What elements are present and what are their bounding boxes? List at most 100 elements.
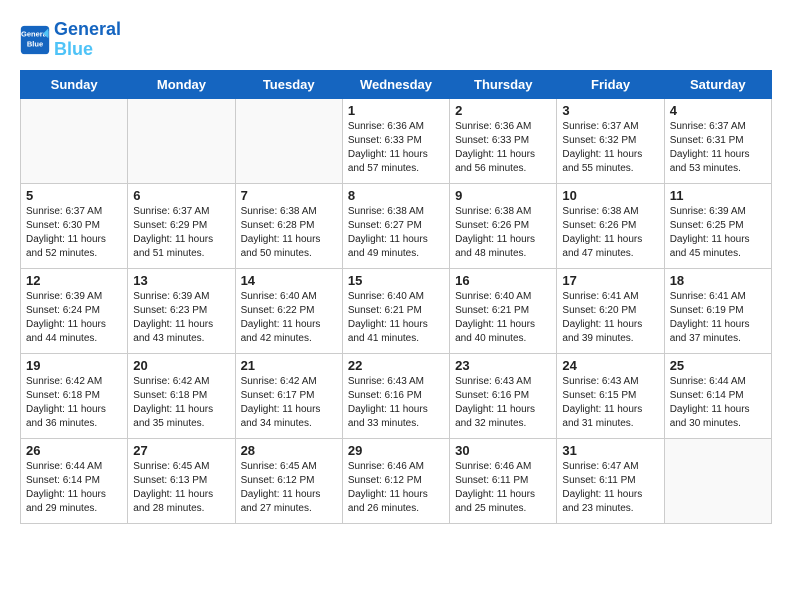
day-info: Sunrise: 6:46 AMSunset: 6:12 PMDaylight:… bbox=[348, 460, 444, 516]
day-number: 23 bbox=[455, 358, 551, 373]
calendar-cell: 23 Sunrise: 6:43 AMSunset: 6:16 PMDayligh… bbox=[450, 353, 557, 438]
day-info: Sunrise: 6:36 AMSunset: 6:33 PMDaylight:… bbox=[348, 120, 444, 176]
day-info: Sunrise: 6:37 AMSunset: 6:30 PMDaylight:… bbox=[26, 205, 122, 261]
calendar-cell: 25Sunrise: 6:44 AMSunset: 6:14 PMDayligh… bbox=[664, 353, 771, 438]
day-number: 11 bbox=[670, 188, 766, 203]
calendar-cell: 8Sunrise: 6:38 AMSunset: 6:27 PMDaylight… bbox=[342, 183, 449, 268]
day-number: 2 bbox=[455, 103, 551, 118]
weekday-header-thursday: Thursday bbox=[450, 70, 557, 98]
calendar-cell: 22 Sunrise: 6:43 AMSunset: 6:16 PMDayligh… bbox=[342, 353, 449, 438]
day-info: Sunrise: 6:38 AMSunset: 6:27 PMDaylight:… bbox=[348, 205, 444, 261]
day-info: Sunrise: 6:47 AMSunset: 6:11 PMDaylight:… bbox=[562, 460, 658, 516]
day-number: 28 bbox=[241, 443, 337, 458]
calendar-cell: 17 Sunrise: 6:41 AMSunset: 6:20 PMDayligh… bbox=[557, 268, 664, 353]
logo: General Blue General Blue bbox=[20, 20, 121, 60]
day-number: 15 bbox=[348, 273, 444, 288]
calendar-cell: 31 Sunrise: 6:47 AMSunset: 6:11 PMDayligh… bbox=[557, 438, 664, 523]
day-number: 31 bbox=[562, 443, 658, 458]
weekday-header-monday: Monday bbox=[128, 70, 235, 98]
day-info: Sunrise: 6:37 AMSunset: 6:31 PMDaylight:… bbox=[670, 120, 766, 176]
day-info: Sunrise: 6:38 AMSunset: 6:26 PMDaylight:… bbox=[562, 205, 658, 261]
calendar-cell: 10Sunrise: 6:38 AMSunset: 6:26 PMDayligh… bbox=[557, 183, 664, 268]
calendar-cell bbox=[235, 98, 342, 183]
calendar-cell bbox=[21, 98, 128, 183]
day-info: Sunrise: 6:40 AMSunset: 6:21 PMDaylight:… bbox=[455, 290, 551, 346]
page-header: General Blue General Blue bbox=[20, 20, 772, 60]
day-number: 25 bbox=[670, 358, 766, 373]
calendar-cell: 19 Sunrise: 6:42 AMSunset: 6:18 PMDayligh… bbox=[21, 353, 128, 438]
day-number: 22 bbox=[348, 358, 444, 373]
week-row-5: 26 Sunrise: 6:44 AMSunset: 6:14 PMDayligh… bbox=[21, 438, 772, 523]
calendar-cell: 1Sunrise: 6:36 AMSunset: 6:33 PMDaylight… bbox=[342, 98, 449, 183]
calendar-cell: 12Sunrise: 6:39 AMSunset: 6:24 PMDayligh… bbox=[21, 268, 128, 353]
calendar-cell: 7Sunrise: 6:38 AMSunset: 6:28 PMDaylight… bbox=[235, 183, 342, 268]
day-number: 21 bbox=[241, 358, 337, 373]
day-info: Sunrise: 6:41 AMSunset: 6:19 PMDaylight:… bbox=[670, 290, 766, 346]
day-info: Sunrise: 6:43 AMSunset: 6:16 PMDaylight:… bbox=[455, 375, 551, 431]
calendar-table: SundayMondayTuesdayWednesdayThursdayFrid… bbox=[20, 70, 772, 524]
week-row-2: 5 Sunrise: 6:37 AMSunset: 6:30 PMDaylight… bbox=[21, 183, 772, 268]
day-number: 9 bbox=[455, 188, 551, 203]
day-info: Sunrise: 6:43 AMSunset: 6:15 PMDaylight:… bbox=[562, 375, 658, 431]
day-info: Sunrise: 6:39 AMSunset: 6:24 PMDaylight:… bbox=[26, 290, 122, 346]
calendar-cell: 29 Sunrise: 6:46 AMSunset: 6:12 PMDayligh… bbox=[342, 438, 449, 523]
day-number: 7 bbox=[241, 188, 337, 203]
calendar-cell bbox=[664, 438, 771, 523]
calendar-cell: 16 Sunrise: 6:40 AMSunset: 6:21 PMDayligh… bbox=[450, 268, 557, 353]
day-info: Sunrise: 6:40 AMSunset: 6:22 PMDaylight:… bbox=[241, 290, 337, 346]
weekday-header-friday: Friday bbox=[557, 70, 664, 98]
calendar-cell: 15 Sunrise: 6:40 AMSunset: 6:21 PMDayligh… bbox=[342, 268, 449, 353]
day-number: 17 bbox=[562, 273, 658, 288]
day-info: Sunrise: 6:43 AMSunset: 6:16 PMDaylight:… bbox=[348, 375, 444, 431]
calendar-header: SundayMondayTuesdayWednesdayThursdayFrid… bbox=[21, 70, 772, 98]
calendar-cell: 9 Sunrise: 6:38 AMSunset: 6:26 PMDaylight… bbox=[450, 183, 557, 268]
day-info: Sunrise: 6:44 AMSunset: 6:14 PMDaylight:… bbox=[26, 460, 122, 516]
weekday-header-tuesday: Tuesday bbox=[235, 70, 342, 98]
calendar-cell: 20 Sunrise: 6:42 AMSunset: 6:18 PMDayligh… bbox=[128, 353, 235, 438]
day-info: Sunrise: 6:45 AMSunset: 6:13 PMDaylight:… bbox=[133, 460, 229, 516]
calendar-cell: 21 Sunrise: 6:42 AMSunset: 6:17 PMDayligh… bbox=[235, 353, 342, 438]
logo-text2: Blue bbox=[54, 40, 121, 60]
calendar-cell: 3Sunrise: 6:37 AMSunset: 6:32 PMDaylight… bbox=[557, 98, 664, 183]
weekday-header-row: SundayMondayTuesdayWednesdayThursdayFrid… bbox=[21, 70, 772, 98]
day-number: 24 bbox=[562, 358, 658, 373]
calendar-cell: 18 Sunrise: 6:41 AMSunset: 6:19 PMDayligh… bbox=[664, 268, 771, 353]
calendar-cell: 27Sunrise: 6:45 AMSunset: 6:13 PMDayligh… bbox=[128, 438, 235, 523]
day-number: 19 bbox=[26, 358, 122, 373]
calendar-cell: 5 Sunrise: 6:37 AMSunset: 6:30 PMDaylight… bbox=[21, 183, 128, 268]
day-info: Sunrise: 6:39 AMSunset: 6:23 PMDaylight:… bbox=[133, 290, 229, 346]
day-info: Sunrise: 6:42 AMSunset: 6:18 PMDaylight:… bbox=[26, 375, 122, 431]
logo-text: General bbox=[54, 20, 121, 40]
weekday-header-wednesday: Wednesday bbox=[342, 70, 449, 98]
day-info: Sunrise: 6:41 AMSunset: 6:20 PMDaylight:… bbox=[562, 290, 658, 346]
day-info: Sunrise: 6:42 AMSunset: 6:17 PMDaylight:… bbox=[241, 375, 337, 431]
week-row-3: 12Sunrise: 6:39 AMSunset: 6:24 PMDayligh… bbox=[21, 268, 772, 353]
calendar-cell: 13Sunrise: 6:39 AMSunset: 6:23 PMDayligh… bbox=[128, 268, 235, 353]
calendar-cell: 30 Sunrise: 6:46 AMSunset: 6:11 PMDayligh… bbox=[450, 438, 557, 523]
day-info: Sunrise: 6:40 AMSunset: 6:21 PMDaylight:… bbox=[348, 290, 444, 346]
day-number: 20 bbox=[133, 358, 229, 373]
calendar-cell: 26 Sunrise: 6:44 AMSunset: 6:14 PMDayligh… bbox=[21, 438, 128, 523]
day-number: 26 bbox=[26, 443, 122, 458]
day-info: Sunrise: 6:42 AMSunset: 6:18 PMDaylight:… bbox=[133, 375, 229, 431]
day-info: Sunrise: 6:45 AMSunset: 6:12 PMDaylight:… bbox=[241, 460, 337, 516]
calendar-cell: 2 Sunrise: 6:36 AMSunset: 6:33 PMDaylight… bbox=[450, 98, 557, 183]
day-info: Sunrise: 6:37 AMSunset: 6:32 PMDaylight:… bbox=[562, 120, 658, 176]
logo-icon: General Blue bbox=[20, 25, 50, 55]
day-info: Sunrise: 6:36 AMSunset: 6:33 PMDaylight:… bbox=[455, 120, 551, 176]
calendar-cell bbox=[128, 98, 235, 183]
day-info: Sunrise: 6:38 AMSunset: 6:26 PMDaylight:… bbox=[455, 205, 551, 261]
calendar-cell: 11Sunrise: 6:39 AMSunset: 6:25 PMDayligh… bbox=[664, 183, 771, 268]
day-number: 14 bbox=[241, 273, 337, 288]
calendar-cell: 6Sunrise: 6:37 AMSunset: 6:29 PMDaylight… bbox=[128, 183, 235, 268]
day-info: Sunrise: 6:37 AMSunset: 6:29 PMDaylight:… bbox=[133, 205, 229, 261]
day-number: 29 bbox=[348, 443, 444, 458]
day-number: 16 bbox=[455, 273, 551, 288]
day-number: 5 bbox=[26, 188, 122, 203]
calendar-cell: 28 Sunrise: 6:45 AMSunset: 6:12 PMDayligh… bbox=[235, 438, 342, 523]
day-number: 30 bbox=[455, 443, 551, 458]
day-info: Sunrise: 6:46 AMSunset: 6:11 PMDaylight:… bbox=[455, 460, 551, 516]
day-number: 18 bbox=[670, 273, 766, 288]
calendar-body: 1Sunrise: 6:36 AMSunset: 6:33 PMDaylight… bbox=[21, 98, 772, 523]
calendar-cell: 24 Sunrise: 6:43 AMSunset: 6:15 PMDayligh… bbox=[557, 353, 664, 438]
